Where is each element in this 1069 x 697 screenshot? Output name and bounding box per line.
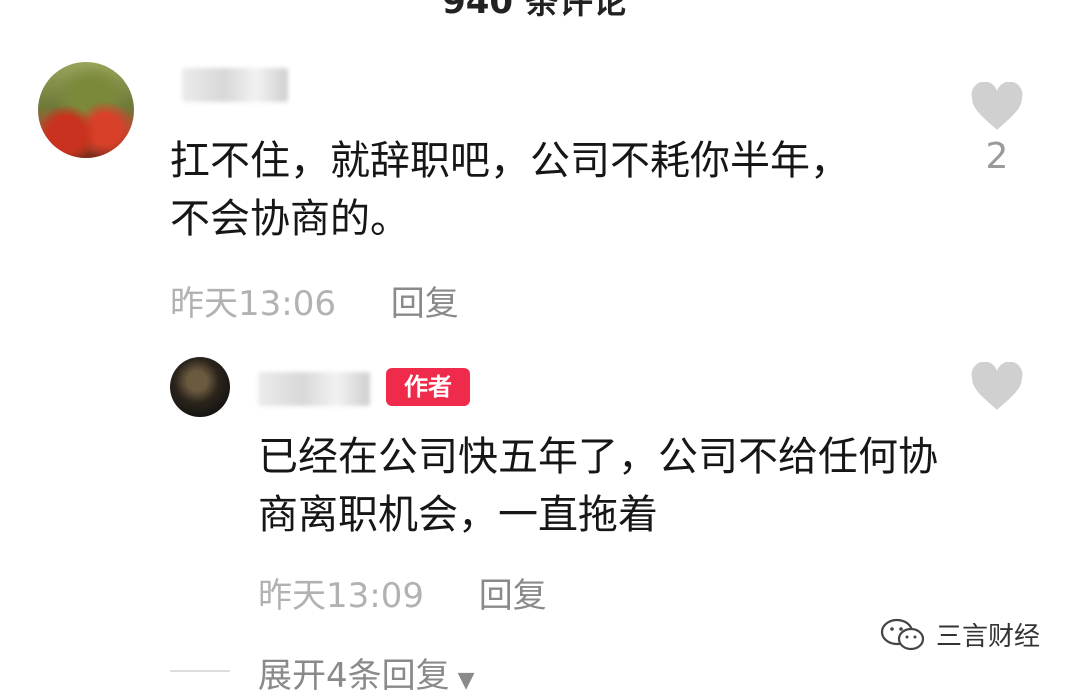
comment-meta: 昨天13:06 回复 [170,276,459,325]
heart-icon[interactable] [969,362,1025,412]
author-badge: 作者 [386,368,470,406]
comment-text: 扛不住，就辞职吧，公司不耗你半年，不会协商的。 [170,138,850,242]
watermark: 三言财经 [880,616,1040,653]
commenter-username-blurred [182,68,288,102]
reply-text: 已经在公司快五年了，公司不给任何协商离职机会，一直拖着 [258,434,938,538]
author-avatar[interactable] [170,357,230,417]
like-count: 2 [985,136,1009,177]
comments-count-title: 940 条评论 [442,0,627,22]
like-control[interactable]: 2 [962,82,1032,177]
reply-meta: 昨天13:09 回复 [258,568,547,617]
author-username-blurred [258,372,370,406]
expand-divider [170,670,230,672]
heart-icon[interactable] [969,82,1025,132]
expand-replies-button[interactable]: 展开4条回复 ▼ [258,648,475,697]
reply-button[interactable]: 回复 [391,284,459,324]
like-control[interactable] [962,362,1032,412]
tiktok-icon: ♪ [40,64,51,83]
wechat-icon [880,618,925,650]
watermark-text: 三言财经 [936,622,1041,652]
reply-button[interactable]: 回复 [479,576,547,616]
chevron-down-icon: ▼ [457,668,475,693]
comment-timestamp: 昨天13:06 [170,284,336,324]
commenter-avatar[interactable] [38,62,134,158]
expand-replies-label: 展开4条回复 [258,656,450,696]
reply-timestamp: 昨天13:09 [258,576,424,616]
